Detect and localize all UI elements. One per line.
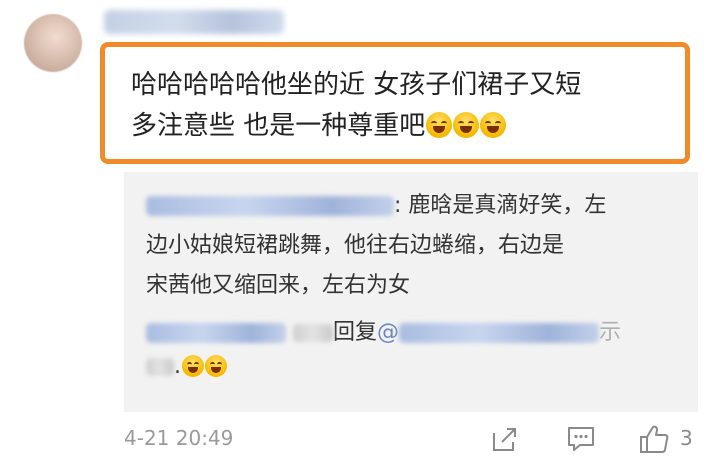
like-count: 3	[680, 426, 693, 450]
blurred-reply-username[interactable]	[146, 196, 394, 216]
blurred-username[interactable]	[104, 10, 284, 34]
blurred-sub-reply-text	[146, 358, 174, 376]
blurred-sub-reply-word	[293, 324, 333, 342]
mention-tail: 示	[599, 320, 622, 345]
reply-line-3: 宋茜他又缩回来，左右为女	[146, 273, 411, 298]
laughing-crying-emoji-icon	[426, 112, 453, 138]
blurred-mention-name[interactable]	[399, 323, 600, 343]
sub-reply-dot: .	[174, 354, 181, 379]
blurred-sub-reply-username[interactable]	[146, 323, 286, 343]
reply-line-2: 边小姑娘短裙跳舞，他往右边蜷缩，右边是	[146, 233, 565, 258]
mention-at: @	[377, 320, 400, 345]
comment-meta-row: 4-21 20:49 3	[124, 424, 698, 454]
reply-panel[interactable]: : 鹿晗是真滴好笑，左 边小姑娘短裙跳舞，他往右边蜷缩，右边是 宋茜他又缩回来，…	[124, 172, 698, 412]
comment-icon[interactable]	[566, 424, 596, 454]
share-icon[interactable]	[490, 424, 520, 454]
sub-reply-line-1: 回复@ 示	[146, 316, 686, 350]
timestamp: 4-21 20:49	[124, 426, 234, 450]
like-icon[interactable]	[638, 424, 669, 454]
comment-line-2: 多注意些 也是一种尊重吧	[131, 106, 676, 147]
comment-line-1: 哈哈哈哈哈他坐的近 女孩子们裙子又短	[131, 70, 582, 100]
reply-label: 回复	[333, 320, 378, 345]
reply-line-1: : 鹿晗是真滴好笑，左	[146, 186, 686, 226]
avatar[interactable]	[24, 14, 82, 72]
comment-screen: 哈哈哈哈哈他坐的近 女孩子们裙子又短 多注意些 也是一种尊重吧 : 鹿晗是真滴好…	[0, 0, 720, 464]
comment-text: 哈哈哈哈哈他坐的近 女孩子们裙子又短 多注意些 也是一种尊重吧	[131, 65, 676, 147]
comment-line-2-text: 多注意些 也是一种尊重吧	[131, 111, 426, 141]
reply-text: : 鹿晗是真滴好笑，左 边小姑娘短裙跳舞，他往右边蜷缩，右边是 宋茜他又缩回来，…	[146, 186, 686, 306]
reply-line-1-text: : 鹿晗是真滴好笑，左	[394, 193, 607, 218]
laughing-crying-emoji-icon	[205, 355, 227, 377]
sub-reply-line-2: .	[146, 350, 686, 384]
sub-reply[interactable]: 回复@ 示 .	[146, 316, 686, 384]
laughing-crying-emoji-icon	[453, 112, 480, 138]
laughing-crying-emoji-icon	[182, 355, 204, 377]
highlighted-comment-box: 哈哈哈哈哈他坐的近 女孩子们裙子又短 多注意些 也是一种尊重吧	[100, 42, 690, 164]
laughing-crying-emoji-icon	[480, 112, 507, 138]
